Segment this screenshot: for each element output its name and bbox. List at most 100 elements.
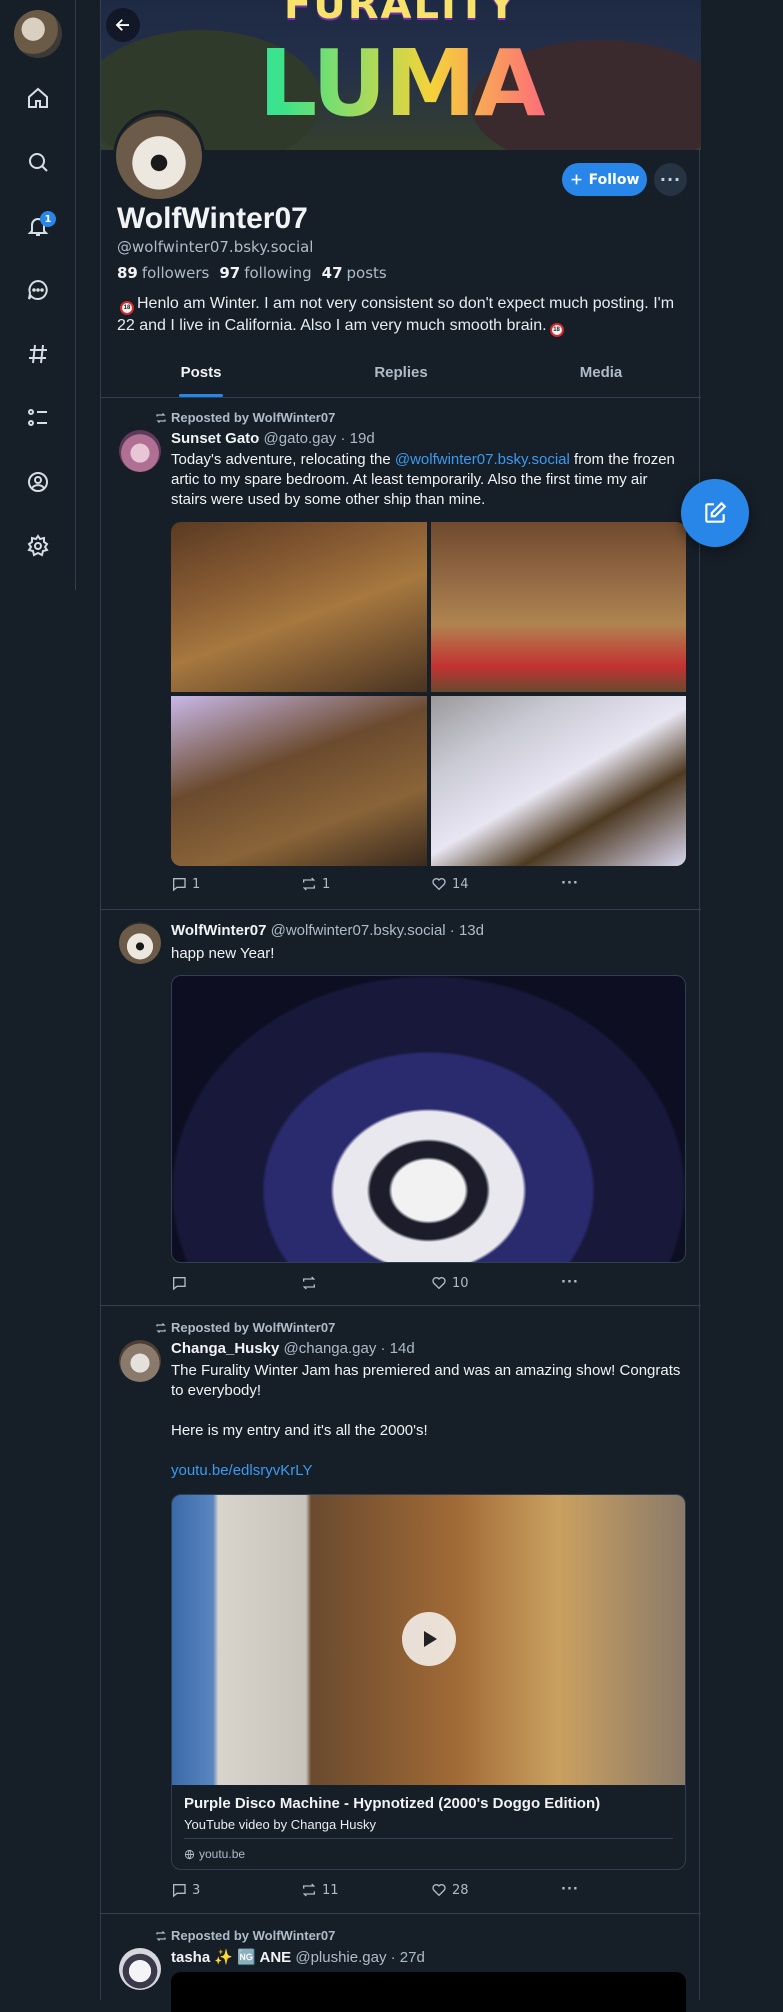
follow-label: Follow [588,171,640,188]
post-age: · 14d [380,1340,415,1357]
post-header: WolfWinter07 @wolfwinter07.bsky.social ·… [171,922,484,939]
followers-stat[interactable]: 89 followers [117,264,209,282]
display-name: WolfWinter07 [117,202,308,235]
mention-link[interactable]: @wolfwinter07.bsky.social [395,451,570,468]
author-handle[interactable]: @gato.gay [264,430,337,447]
arrow-left-icon [115,19,129,31]
chat-icon[interactable] [22,274,54,306]
repost-button[interactable]: 1 [301,876,330,892]
author-handle[interactable]: @plushie.gay [295,1949,386,1966]
compose-icon [705,501,727,523]
back-button[interactable] [106,8,140,42]
repost-button[interactable]: 11 [301,1882,339,1898]
like-button[interactable]: 14 [431,876,469,892]
ellipsis-icon: ··· [561,876,579,891]
ellipsis-icon: ··· [561,1275,579,1290]
feed-post[interactable]: Reposted by WolfWinter07 Changa_Husky @c… [101,1306,701,1914]
embed-domain: youtu.be [184,1847,245,1861]
repost-icon [156,412,166,423]
plus-icon [571,174,581,185]
heart-icon [432,878,446,891]
repost-icon [156,1322,166,1333]
post-age: · 19d [340,430,375,447]
reply-icon [173,878,186,892]
list-icon[interactable] [22,402,54,434]
tab-posts[interactable]: Posts [101,352,301,397]
posts-stat: 47 posts [321,264,387,282]
post-more-button[interactable]: ··· [561,1882,579,1897]
feed-post[interactable]: Reposted by WolfWinter07 tasha ✨ 🆖 ANE @… [101,1914,701,2012]
ellipsis-icon: ··· [659,170,682,189]
profile-bio: 18 Henlo am Winter. I am not very consist… [117,293,692,337]
play-icon [424,1631,437,1647]
repost-icon [302,877,316,891]
author-name[interactable]: tasha [171,1949,210,1966]
play-button[interactable] [402,1612,456,1666]
hashtag-icon[interactable] [22,338,54,370]
link-embed[interactable]: Purple Disco Machine - Hypnotized (2000'… [171,1494,686,1870]
author-handle[interactable]: @wolfwinter07.bsky.social [271,922,446,939]
post-header: Changa_Husky @changa.gay · 14d [171,1340,415,1357]
post-text: Today's adventure, relocating the @wolfw… [171,451,675,508]
home-icon[interactable] [22,82,54,114]
follow-button[interactable]: Follow [562,163,647,196]
gear-icon[interactable] [22,530,54,562]
search-icon[interactable] [22,146,54,178]
post-media[interactable] [171,1972,686,2012]
repost-button[interactable] [301,1275,322,1291]
reply-icon [173,1277,186,1291]
repost-icon [156,1930,166,1941]
post-image[interactable] [430,696,686,866]
profile-handle: @wolfwinter07.bsky.social [117,238,314,256]
heart-icon [432,1884,446,1897]
image-grid [171,522,686,866]
author-name[interactable]: Sunset Gato [171,430,259,447]
like-button[interactable]: 28 [431,1882,469,1898]
reply-button[interactable] [171,1275,192,1291]
post-image[interactable] [171,696,427,866]
author-avatar[interactable] [119,1340,161,1382]
post-more-button[interactable]: ··· [561,876,579,891]
notifications-icon[interactable]: 1 [22,210,56,242]
post-header: tasha ✨ 🆖 ANE @plushie.gay · 27d [171,1948,425,1966]
repost-indicator: Reposted by WolfWinter07 [155,410,335,425]
profile-stats: 89 followers 97 following 47 posts [117,264,387,282]
profile-tabs: Posts Replies Media [101,352,701,398]
reply-button[interactable]: 1 [171,876,200,892]
banner-title: LUMA [101,30,701,137]
tab-replies[interactable]: Replies [301,352,501,397]
compose-button[interactable] [681,479,749,547]
profile-icon[interactable] [22,466,54,498]
post-image[interactable] [430,522,686,692]
embed-title: Purple Disco Machine - Hypnotized (2000'… [184,1795,601,1812]
following-stat[interactable]: 97 following [219,264,311,282]
reply-button[interactable]: 3 [171,1882,200,1898]
user-avatar[interactable] [14,10,62,58]
ellipsis-icon: ··· [561,1882,579,1897]
feed-post[interactable]: WolfWinter07 @wolfwinter07.bsky.social ·… [101,910,701,1306]
age-18-icon: 18 [120,301,134,315]
author-avatar[interactable] [119,922,161,964]
post-image[interactable] [171,522,427,692]
author-name[interactable]: Changa_Husky [171,1340,279,1357]
post-header: Sunset Gato @gato.gay · 19d [171,430,375,447]
post-more-button[interactable]: ··· [561,1275,579,1290]
author-avatar[interactable] [119,1948,161,1990]
post-age: · 13d [449,922,484,939]
feed-post[interactable]: Reposted by WolfWinter07 Sunset Gato @ga… [101,398,701,910]
author-avatar[interactable] [119,430,161,472]
banner-top-text: FURALITY [283,0,519,28]
left-nav: 1 [0,0,76,590]
author-handle[interactable]: @changa.gay [284,1340,377,1357]
post-link[interactable]: youtu.be/edlsryvKrLY [171,1461,686,1481]
profile-column: FURALITY LUMA Follow ··· WolfWinter07 @w… [100,0,701,2012]
notification-badge: 1 [40,211,56,227]
post-image[interactable] [171,975,686,1263]
tab-media[interactable]: Media [501,352,701,397]
like-button[interactable]: 10 [431,1275,469,1291]
author-name[interactable]: WolfWinter07 [171,922,266,939]
profile-avatar[interactable] [113,110,205,202]
repost-indicator: Reposted by WolfWinter07 [155,1320,335,1335]
profile-more-button[interactable]: ··· [654,163,687,196]
reply-icon [173,1884,186,1898]
